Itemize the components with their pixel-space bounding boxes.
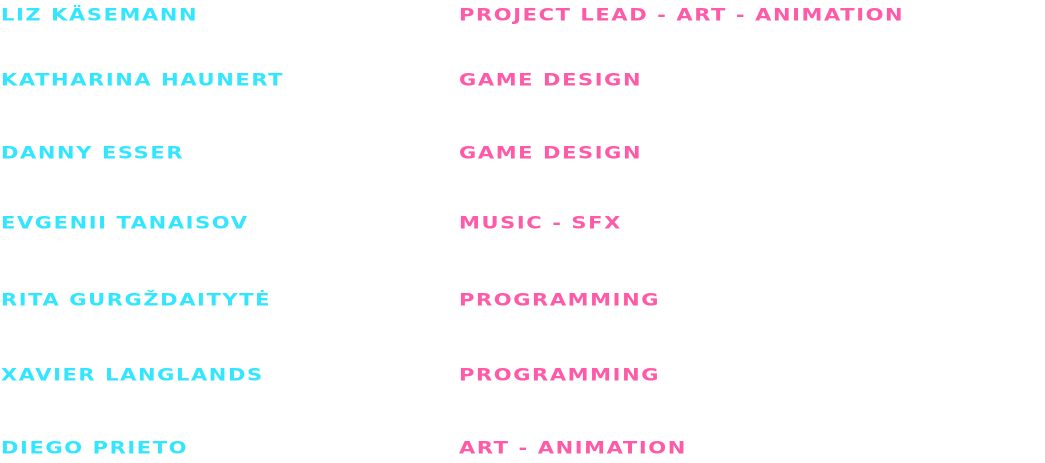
credit-role: PROGRAMMING	[459, 365, 661, 385]
credit-name: EVGENII TANAISOV	[1, 213, 249, 233]
credit-name: RITA GURGŽDAITYTĖ	[1, 290, 272, 310]
credit-name: DIEGO PRIETO	[1, 438, 189, 458]
credit-row: XAVIER LANGLANDS PROGRAMMING	[0, 360, 1045, 390]
credit-role: ART - ANIMATION	[459, 438, 687, 458]
credit-name: XAVIER LANGLANDS	[1, 365, 264, 385]
credit-row: RITA GURGŽDAITYTĖ PROGRAMMING	[0, 285, 1045, 315]
credit-name: KATHARINA HAUNERT	[1, 70, 285, 90]
credit-row: DIEGO PRIETO ART - ANIMATION	[0, 433, 1045, 463]
credit-role: GAME DESIGN	[459, 143, 643, 163]
credit-name: DANNY ESSER	[1, 143, 185, 163]
credit-name: LIZ KÄSEMANN	[1, 5, 199, 25]
credit-row: EVGENII TANAISOV MUSIC - SFX	[0, 208, 1045, 238]
credit-role: PROJECT LEAD - ART - ANIMATION	[459, 5, 905, 25]
credit-role: PROGRAMMING	[459, 290, 661, 310]
credits-list: LIZ KÄSEMANN PROJECT LEAD - ART - ANIMAT…	[0, 0, 1045, 458]
credit-role: GAME DESIGN	[459, 70, 643, 90]
credit-role: MUSIC - SFX	[459, 213, 622, 233]
credit-row: KATHARINA HAUNERT GAME DESIGN	[0, 65, 1045, 95]
credit-row: DANNY ESSER GAME DESIGN	[0, 138, 1045, 168]
credit-row: LIZ KÄSEMANN PROJECT LEAD - ART - ANIMAT…	[0, 0, 1045, 30]
